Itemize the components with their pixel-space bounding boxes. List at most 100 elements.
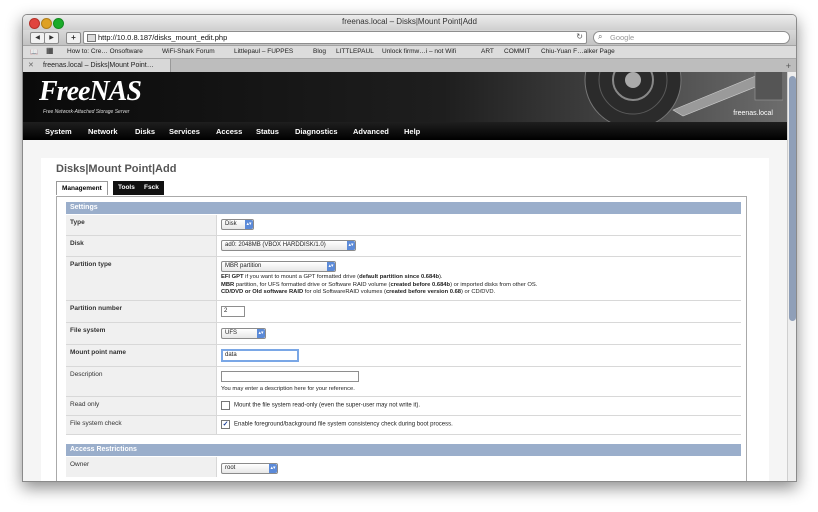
menu-help[interactable]: Help bbox=[404, 127, 420, 136]
fs-check-label: File system check bbox=[66, 416, 216, 434]
file-system-label: File system bbox=[66, 323, 216, 344]
plus-icon: + bbox=[71, 33, 76, 42]
back-arrow-icon: ◀ bbox=[35, 35, 40, 41]
disk-select[interactable]: ad0: 2048MB (VBOX HARDDISK/1.0) ▴▾ bbox=[221, 240, 356, 251]
owner-select[interactable]: root ▴▾ bbox=[221, 463, 278, 474]
type-label: Type bbox=[66, 215, 216, 235]
row-partition-type: Partition type MBR partition ▴▾ EFI GPT i… bbox=[66, 257, 741, 301]
bookmark-item[interactable]: COMMIT bbox=[504, 48, 530, 55]
bookmark-item[interactable]: Chiu-Yuan F…alker Page bbox=[541, 48, 615, 55]
row-disk: Disk ad0: 2048MB (VBOX HARDDISK/1.0) ▴▾ bbox=[66, 236, 741, 257]
read-only-text: Mount the file system read-only (even th… bbox=[234, 402, 421, 409]
owner-label: Owner bbox=[66, 457, 216, 477]
browser-toolbar: ◀ ▶ + http://10.0.8.187/disks_mount_edit… bbox=[23, 30, 796, 46]
partition-number-input[interactable]: 2 bbox=[221, 306, 245, 317]
partition-number-label: Partition number bbox=[66, 301, 216, 322]
top-sites-grid-icon[interactable]: ▦ bbox=[46, 46, 54, 55]
file-system-value: UFS bbox=[225, 330, 237, 336]
new-tab-icon[interactable]: + bbox=[786, 59, 791, 73]
row-file-system: File system UFS ▴▾ bbox=[66, 323, 741, 345]
menu-diagnostics[interactable]: Diagnostics bbox=[295, 127, 338, 136]
browser-window: freenas.local – Disks|Mount Point|Add ◀ … bbox=[22, 14, 797, 482]
settings-panel: Settings Type Disk ▴▾ Disk ad0: 2048MB (V… bbox=[56, 196, 747, 481]
bookmark-item[interactable]: Blog bbox=[313, 48, 326, 55]
tab-tools[interactable]: Tools bbox=[113, 181, 140, 195]
page-viewport: FreeNAS Free Network-Attached Storage Se… bbox=[23, 72, 787, 481]
select-arrows-icon: ▴▾ bbox=[327, 262, 335, 271]
page-scrollbar[interactable] bbox=[787, 72, 796, 481]
partition-type-value: MBR partition bbox=[225, 263, 262, 269]
address-bar[interactable]: http://10.0.8.187/disks_mount_edit.php ↻ bbox=[83, 31, 587, 44]
row-partition-number: Partition number 2 bbox=[66, 301, 741, 323]
read-only-label: Read only bbox=[66, 397, 216, 415]
select-arrows-icon: ▴▾ bbox=[257, 329, 265, 338]
bookmarks-book-icon[interactable]: 📖 bbox=[30, 48, 38, 56]
help-line-efi: EFI GPT if you want to mount a GPT forma… bbox=[221, 274, 443, 280]
row-fs-check: File system check ✓ Enable foreground/bac… bbox=[66, 416, 741, 435]
row-mount-point-name: Mount point name data bbox=[66, 345, 741, 367]
bookmark-item[interactable]: LITTLEPAUL bbox=[336, 48, 374, 55]
type-select[interactable]: Disk ▴▾ bbox=[221, 219, 254, 230]
file-system-select[interactable]: UFS ▴▾ bbox=[221, 328, 266, 339]
read-only-checkbox[interactable] bbox=[221, 401, 230, 410]
freenas-header: FreeNAS Free Network-Attached Storage Se… bbox=[23, 72, 787, 122]
partition-type-label: Partition type bbox=[66, 257, 216, 300]
menu-disks[interactable]: Disks bbox=[135, 127, 155, 136]
browser-tab-label: freenas.local – Disks|Mount Point… bbox=[43, 62, 154, 69]
row-type: Type Disk ▴▾ bbox=[66, 215, 741, 236]
select-arrows-icon: ▴▾ bbox=[347, 241, 355, 250]
fs-check-text: Enable foreground/background file system… bbox=[234, 421, 453, 428]
menu-advanced[interactable]: Advanced bbox=[353, 127, 389, 136]
fs-check-checkbox[interactable]: ✓ bbox=[221, 420, 230, 429]
scrollbar-thumb[interactable] bbox=[789, 76, 796, 321]
search-placeholder: Google bbox=[610, 33, 635, 42]
disk-value: ad0: 2048MB (VBOX HARDDISK/1.0) bbox=[225, 242, 326, 248]
tab-management[interactable]: Management bbox=[56, 181, 108, 195]
bookmark-item[interactable]: WiFi-Shark Forum bbox=[162, 48, 215, 55]
close-tab-icon[interactable]: ✕ bbox=[28, 59, 34, 73]
freenas-logo[interactable]: FreeNAS bbox=[39, 76, 142, 108]
description-input[interactable] bbox=[221, 371, 359, 382]
mount-point-name-input[interactable]: data bbox=[221, 349, 299, 362]
help-line-mbr: MBR partition, for UFS formatted drive o… bbox=[221, 281, 538, 288]
main-menu: System Network Disks Services Access Sta… bbox=[23, 122, 787, 140]
tab-fsck[interactable]: Fsck bbox=[139, 181, 164, 195]
bookmark-item[interactable]: Littlepaul – FUPPES bbox=[234, 48, 293, 55]
row-description: Description You may enter a description … bbox=[66, 367, 741, 397]
search-field[interactable]: ⌕ Google bbox=[593, 31, 790, 44]
menu-network[interactable]: Network bbox=[88, 127, 118, 136]
select-arrows-icon: ▴▾ bbox=[245, 220, 253, 229]
forward-arrow-icon: ▶ bbox=[49, 35, 54, 41]
description-label: Description bbox=[66, 367, 216, 396]
main-content: Disks|Mount Point|Add Management Tools F… bbox=[41, 158, 769, 481]
browser-tab[interactable]: ✕ freenas.local – Disks|Mount Point… bbox=[23, 59, 171, 73]
hostname-label: freenas.local bbox=[733, 110, 773, 117]
row-owner: Owner root ▴▾ bbox=[66, 457, 741, 477]
search-icon: ⌕ bbox=[598, 32, 603, 41]
add-bookmark-button[interactable]: + bbox=[66, 32, 81, 44]
logo-tagline: Free Network-Attached Storage Server bbox=[43, 109, 130, 115]
favicon-icon bbox=[87, 34, 96, 42]
menu-services[interactable]: Services bbox=[169, 127, 200, 136]
disk-label: Disk bbox=[66, 236, 216, 256]
row-read-only: Read only Mount the file system read-onl… bbox=[66, 397, 741, 416]
back-button[interactable]: ◀ bbox=[30, 32, 45, 44]
bookmark-item[interactable]: Unlock firmw…i – not Wifi bbox=[382, 48, 456, 55]
menu-status[interactable]: Status bbox=[256, 127, 279, 136]
owner-value: root bbox=[225, 465, 236, 471]
bookmark-item[interactable]: ART bbox=[481, 48, 494, 55]
checkmark-icon: ✓ bbox=[222, 421, 229, 428]
url-text: http://10.0.8.187/disks_mount_edit.php bbox=[98, 33, 228, 42]
menu-access[interactable]: Access bbox=[216, 127, 242, 136]
menu-system[interactable]: System bbox=[45, 127, 72, 136]
forward-button[interactable]: ▶ bbox=[44, 32, 59, 44]
partition-type-help: EFI GPT if you want to mount a GPT forma… bbox=[221, 274, 737, 297]
reload-icon[interactable]: ↻ bbox=[576, 32, 583, 41]
bookmarks-bar: 📖 ▦ How to: Cre… Onsoftware WiFi-Shark F… bbox=[23, 46, 796, 59]
partition-type-select[interactable]: MBR partition ▴▾ bbox=[221, 261, 336, 272]
mount-point-name-label: Mount point name bbox=[66, 345, 216, 366]
type-value: Disk bbox=[225, 221, 237, 227]
help-line-cddvd: CD/DVD or Old software RAID for old Soft… bbox=[221, 289, 496, 295]
bookmark-item[interactable]: How to: Cre… Onsoftware bbox=[67, 48, 143, 55]
title-bar: freenas.local – Disks|Mount Point|Add bbox=[23, 15, 796, 30]
